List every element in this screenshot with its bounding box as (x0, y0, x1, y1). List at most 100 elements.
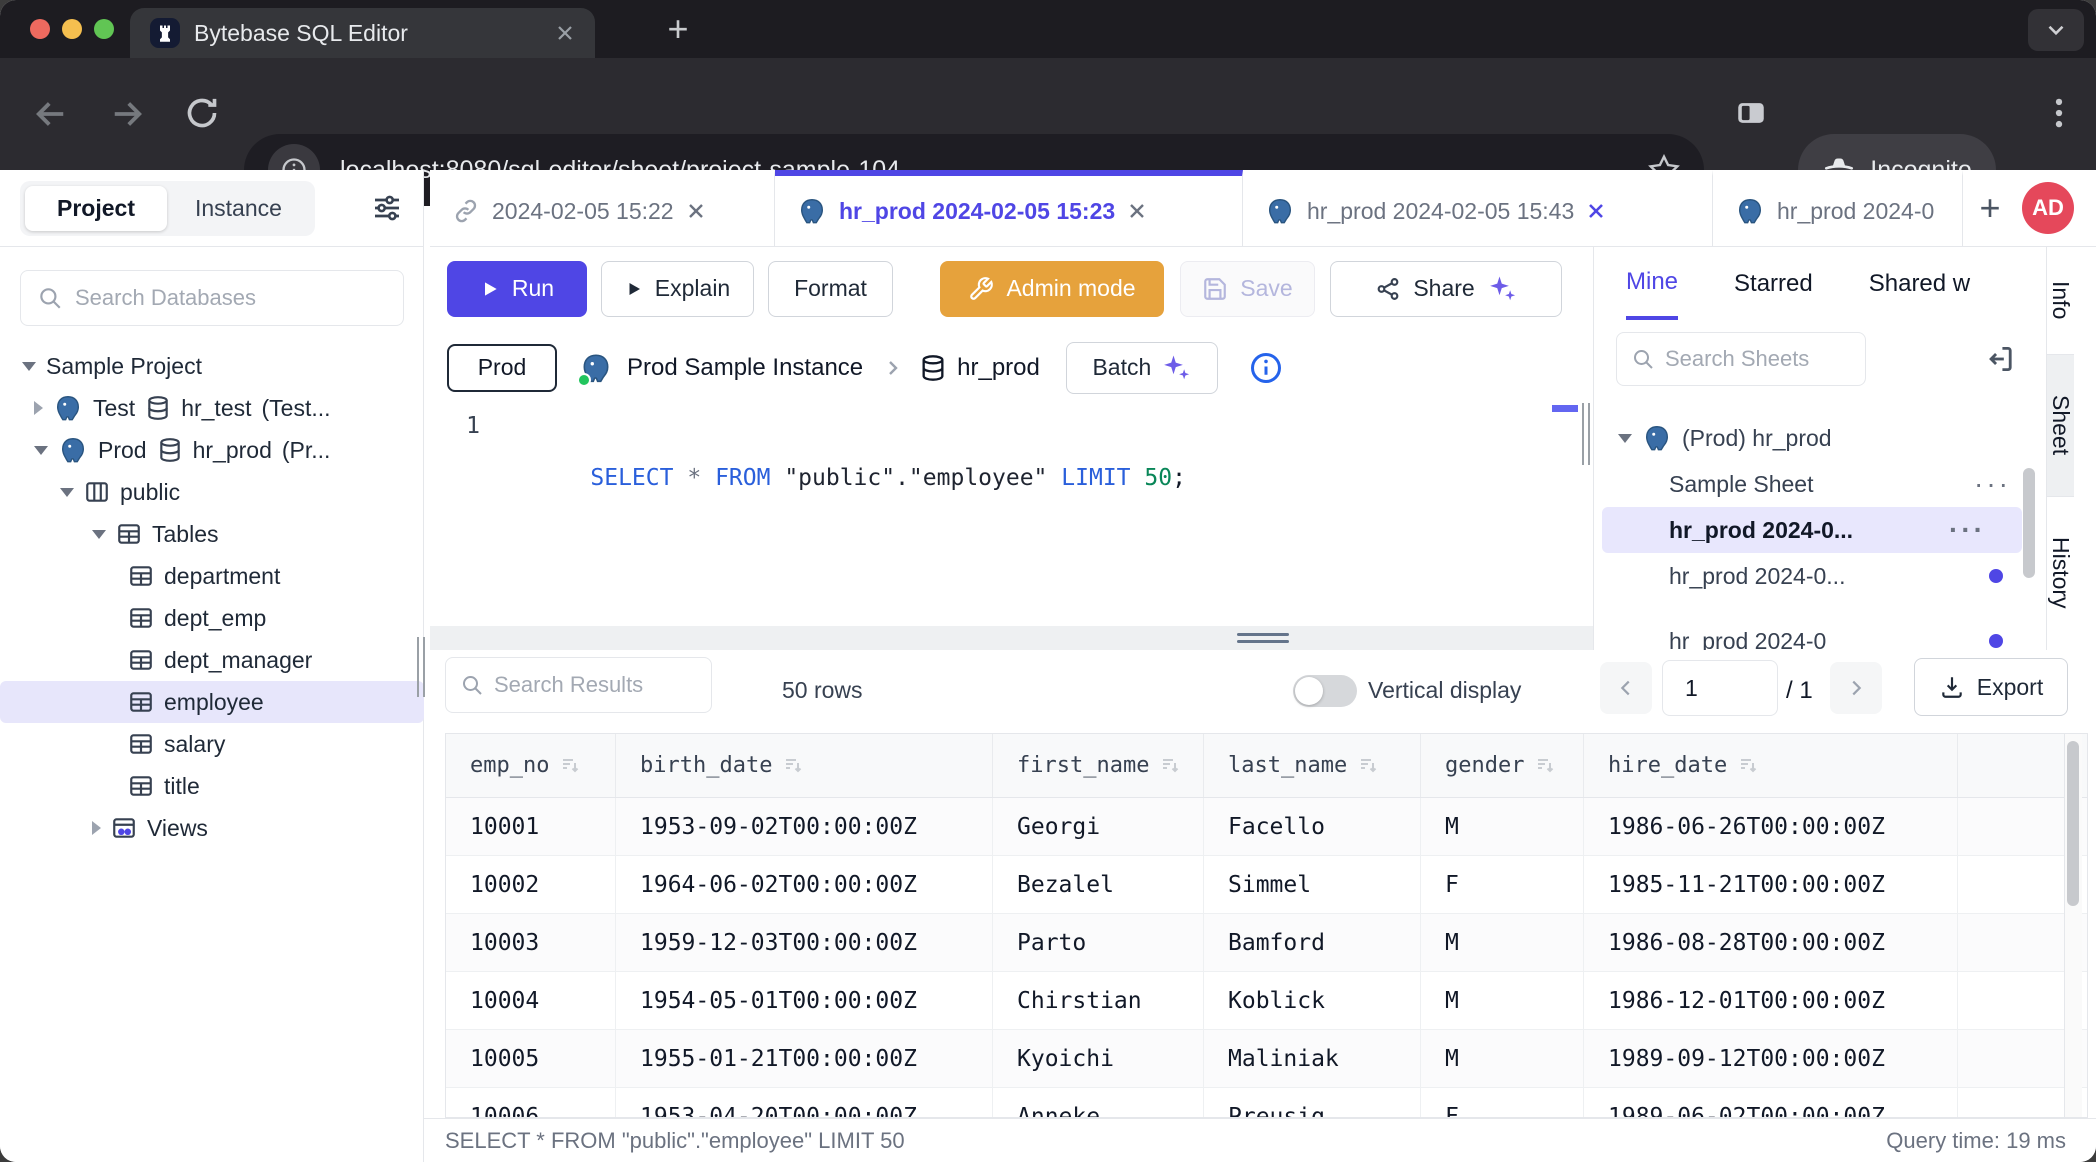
batch-button[interactable]: Batch (1066, 342, 1218, 394)
search-results-input[interactable] (494, 672, 697, 698)
minimize-window-button[interactable] (62, 19, 82, 39)
share-button[interactable]: Share (1330, 261, 1562, 317)
tab-info[interactable]: Info (2047, 247, 2074, 355)
sql-editor-surface[interactable]: 1 SELECT * FROM "public"."employee" LIMI… (430, 405, 1593, 626)
sheet-item[interactable]: Sample Sheet ··· (1594, 461, 2046, 507)
close-tab-icon[interactable] (555, 23, 575, 43)
column-header-last-name[interactable]: last_name (1204, 734, 1421, 797)
reload-icon[interactable] (182, 93, 222, 133)
column-header-first-name[interactable]: first_name (993, 734, 1204, 797)
sort-icon[interactable] (1357, 754, 1381, 778)
sidebar-resize-handle[interactable] (416, 637, 428, 697)
split-divider[interactable] (430, 626, 1593, 650)
panel-resize-handle[interactable] (1581, 403, 1593, 465)
table-scrollbar-thumb[interactable] (2067, 741, 2079, 906)
chevron-down-icon[interactable] (22, 362, 36, 371)
browser-tab[interactable]: Bytebase SQL Editor (130, 8, 595, 58)
column-header-gender[interactable]: gender (1421, 734, 1584, 797)
tab-shared[interactable]: Shared w (1869, 247, 1970, 320)
sheet-item[interactable]: hr_prod 2024-0 (1594, 618, 2046, 650)
more-menu-icon[interactable]: ··· (1949, 514, 1986, 546)
tab-search-chevron-icon[interactable] (2028, 9, 2084, 51)
new-tab-button[interactable]: + (655, 9, 701, 49)
chevron-right-icon[interactable] (34, 401, 43, 415)
table-row[interactable]: 10004 1954-05-01T00:00:00Z Chirstian Kob… (446, 972, 2087, 1030)
tree-item-table-title[interactable]: title (0, 765, 424, 807)
info-icon[interactable] (1248, 350, 1284, 386)
chevron-down-icon[interactable] (1618, 434, 1632, 443)
tree-item-table-employee-selected[interactable]: employee (0, 681, 424, 723)
column-header-birth-date[interactable]: birth_date (616, 734, 993, 797)
drag-handle[interactable] (1237, 633, 1289, 647)
sheet-list-scrollbar[interactable] (2023, 468, 2035, 578)
environment-chip[interactable]: Prod (447, 344, 557, 392)
sheet-group-row[interactable]: (Prod) hr_prod (1594, 415, 2046, 461)
tab-mine[interactable]: Mine (1626, 247, 1678, 320)
close-icon[interactable] (1127, 201, 1147, 221)
search-databases-input[interactable] (75, 285, 387, 311)
table-row[interactable]: 10003 1959-12-03T00:00:00Z Parto Bamford… (446, 914, 2087, 972)
new-sheet-button[interactable]: + (1963, 170, 2017, 246)
browser-menu-icon[interactable] (2040, 94, 2078, 132)
search-sheets-input[interactable] (1665, 346, 1851, 372)
sheet-tab-1[interactable]: 2024-02-05 15:22 (430, 170, 775, 246)
tree-item-schema-public[interactable]: public (0, 471, 424, 513)
page-number-input[interactable] (1662, 660, 1778, 716)
prev-page-button[interactable] (1600, 662, 1652, 714)
column-header-emp-no[interactable]: emp_no (446, 734, 616, 797)
instance-name[interactable]: Prod Sample Instance (627, 354, 863, 382)
back-icon[interactable] (30, 93, 72, 135)
filter-sliders-icon[interactable] (371, 192, 403, 224)
explain-button[interactable]: Explain (601, 261, 754, 317)
tab-sheet-active[interactable]: Sheet (2047, 355, 2074, 497)
sheet-tab-4[interactable]: hr_prod 2024-0 (1713, 170, 1963, 246)
close-icon[interactable] (686, 201, 706, 221)
tree-item-table-salary[interactable]: salary (0, 723, 424, 765)
table-row[interactable]: 10006 1953-04-20T00:00:00Z Anneke Preusi… (446, 1088, 2087, 1118)
tab-instance[interactable]: Instance (167, 186, 310, 231)
tree-item-project[interactable]: Sample Project (0, 345, 424, 387)
tab-project[interactable]: Project (25, 186, 167, 231)
tree-item-table-dept-manager[interactable]: dept_manager (0, 639, 424, 681)
tree-item-views-group[interactable]: Views (0, 807, 424, 849)
tree-item-table-department[interactable]: department (0, 555, 424, 597)
sheet-item[interactable]: hr_prod 2024-0... (1594, 553, 2046, 599)
admin-mode-button[interactable]: Admin mode (940, 261, 1164, 317)
sort-icon[interactable] (559, 754, 583, 778)
chevron-down-icon[interactable] (34, 446, 48, 455)
sheet-item-selected[interactable]: hr_prod 2024-0... ··· (1602, 507, 2022, 553)
sheet-tab-3[interactable]: hr_prod 2024-02-05 15:43 (1243, 170, 1713, 246)
format-button[interactable]: Format (768, 261, 893, 317)
more-menu-icon[interactable]: ··· (1974, 468, 2011, 500)
next-page-button[interactable] (1830, 662, 1882, 714)
sort-icon[interactable] (1737, 754, 1761, 778)
export-button[interactable]: Export (1914, 658, 2068, 716)
sheet-search[interactable] (1616, 332, 1866, 386)
database-name[interactable]: hr_prod (957, 354, 1040, 382)
sort-icon[interactable] (1534, 754, 1558, 778)
table-row[interactable]: 10002 1964-06-02T00:00:00Z Bezalel Simme… (446, 856, 2087, 914)
run-button[interactable]: Run (447, 261, 587, 317)
close-window-button[interactable] (30, 19, 50, 39)
tree-item-table-dept-emp[interactable]: dept_emp (0, 597, 424, 639)
chevron-down-icon[interactable] (60, 488, 74, 497)
collapse-panel-icon[interactable] (1984, 342, 2018, 376)
side-panel-icon[interactable] (1732, 96, 1770, 130)
tree-item-database-prod[interactable]: Prod hr_prod (Pr... (0, 429, 424, 471)
avatar[interactable]: AD (2022, 182, 2074, 234)
ai-sparkle-icon[interactable] (1487, 274, 1517, 304)
table-row[interactable]: 10005 1955-01-21T00:00:00Z Kyoichi Malin… (446, 1030, 2087, 1088)
tab-history[interactable]: History (2047, 497, 2074, 649)
vertical-display-toggle[interactable] (1293, 675, 1357, 707)
sort-icon[interactable] (1159, 754, 1183, 778)
close-icon[interactable] (1586, 201, 1606, 221)
column-header-hire-date[interactable]: hire_date (1584, 734, 1958, 797)
database-search[interactable] (20, 270, 404, 326)
forward-icon[interactable] (106, 93, 148, 135)
sheet-tab-2-active[interactable]: hr_prod 2024-02-05 15:23 (775, 170, 1243, 246)
maximize-window-button[interactable] (94, 19, 114, 39)
sort-icon[interactable] (782, 754, 806, 778)
results-search[interactable] (445, 657, 712, 713)
chevron-right-icon[interactable] (92, 821, 101, 835)
table-row[interactable]: 10001 1953-09-02T00:00:00Z Georgi Facell… (446, 798, 2087, 856)
